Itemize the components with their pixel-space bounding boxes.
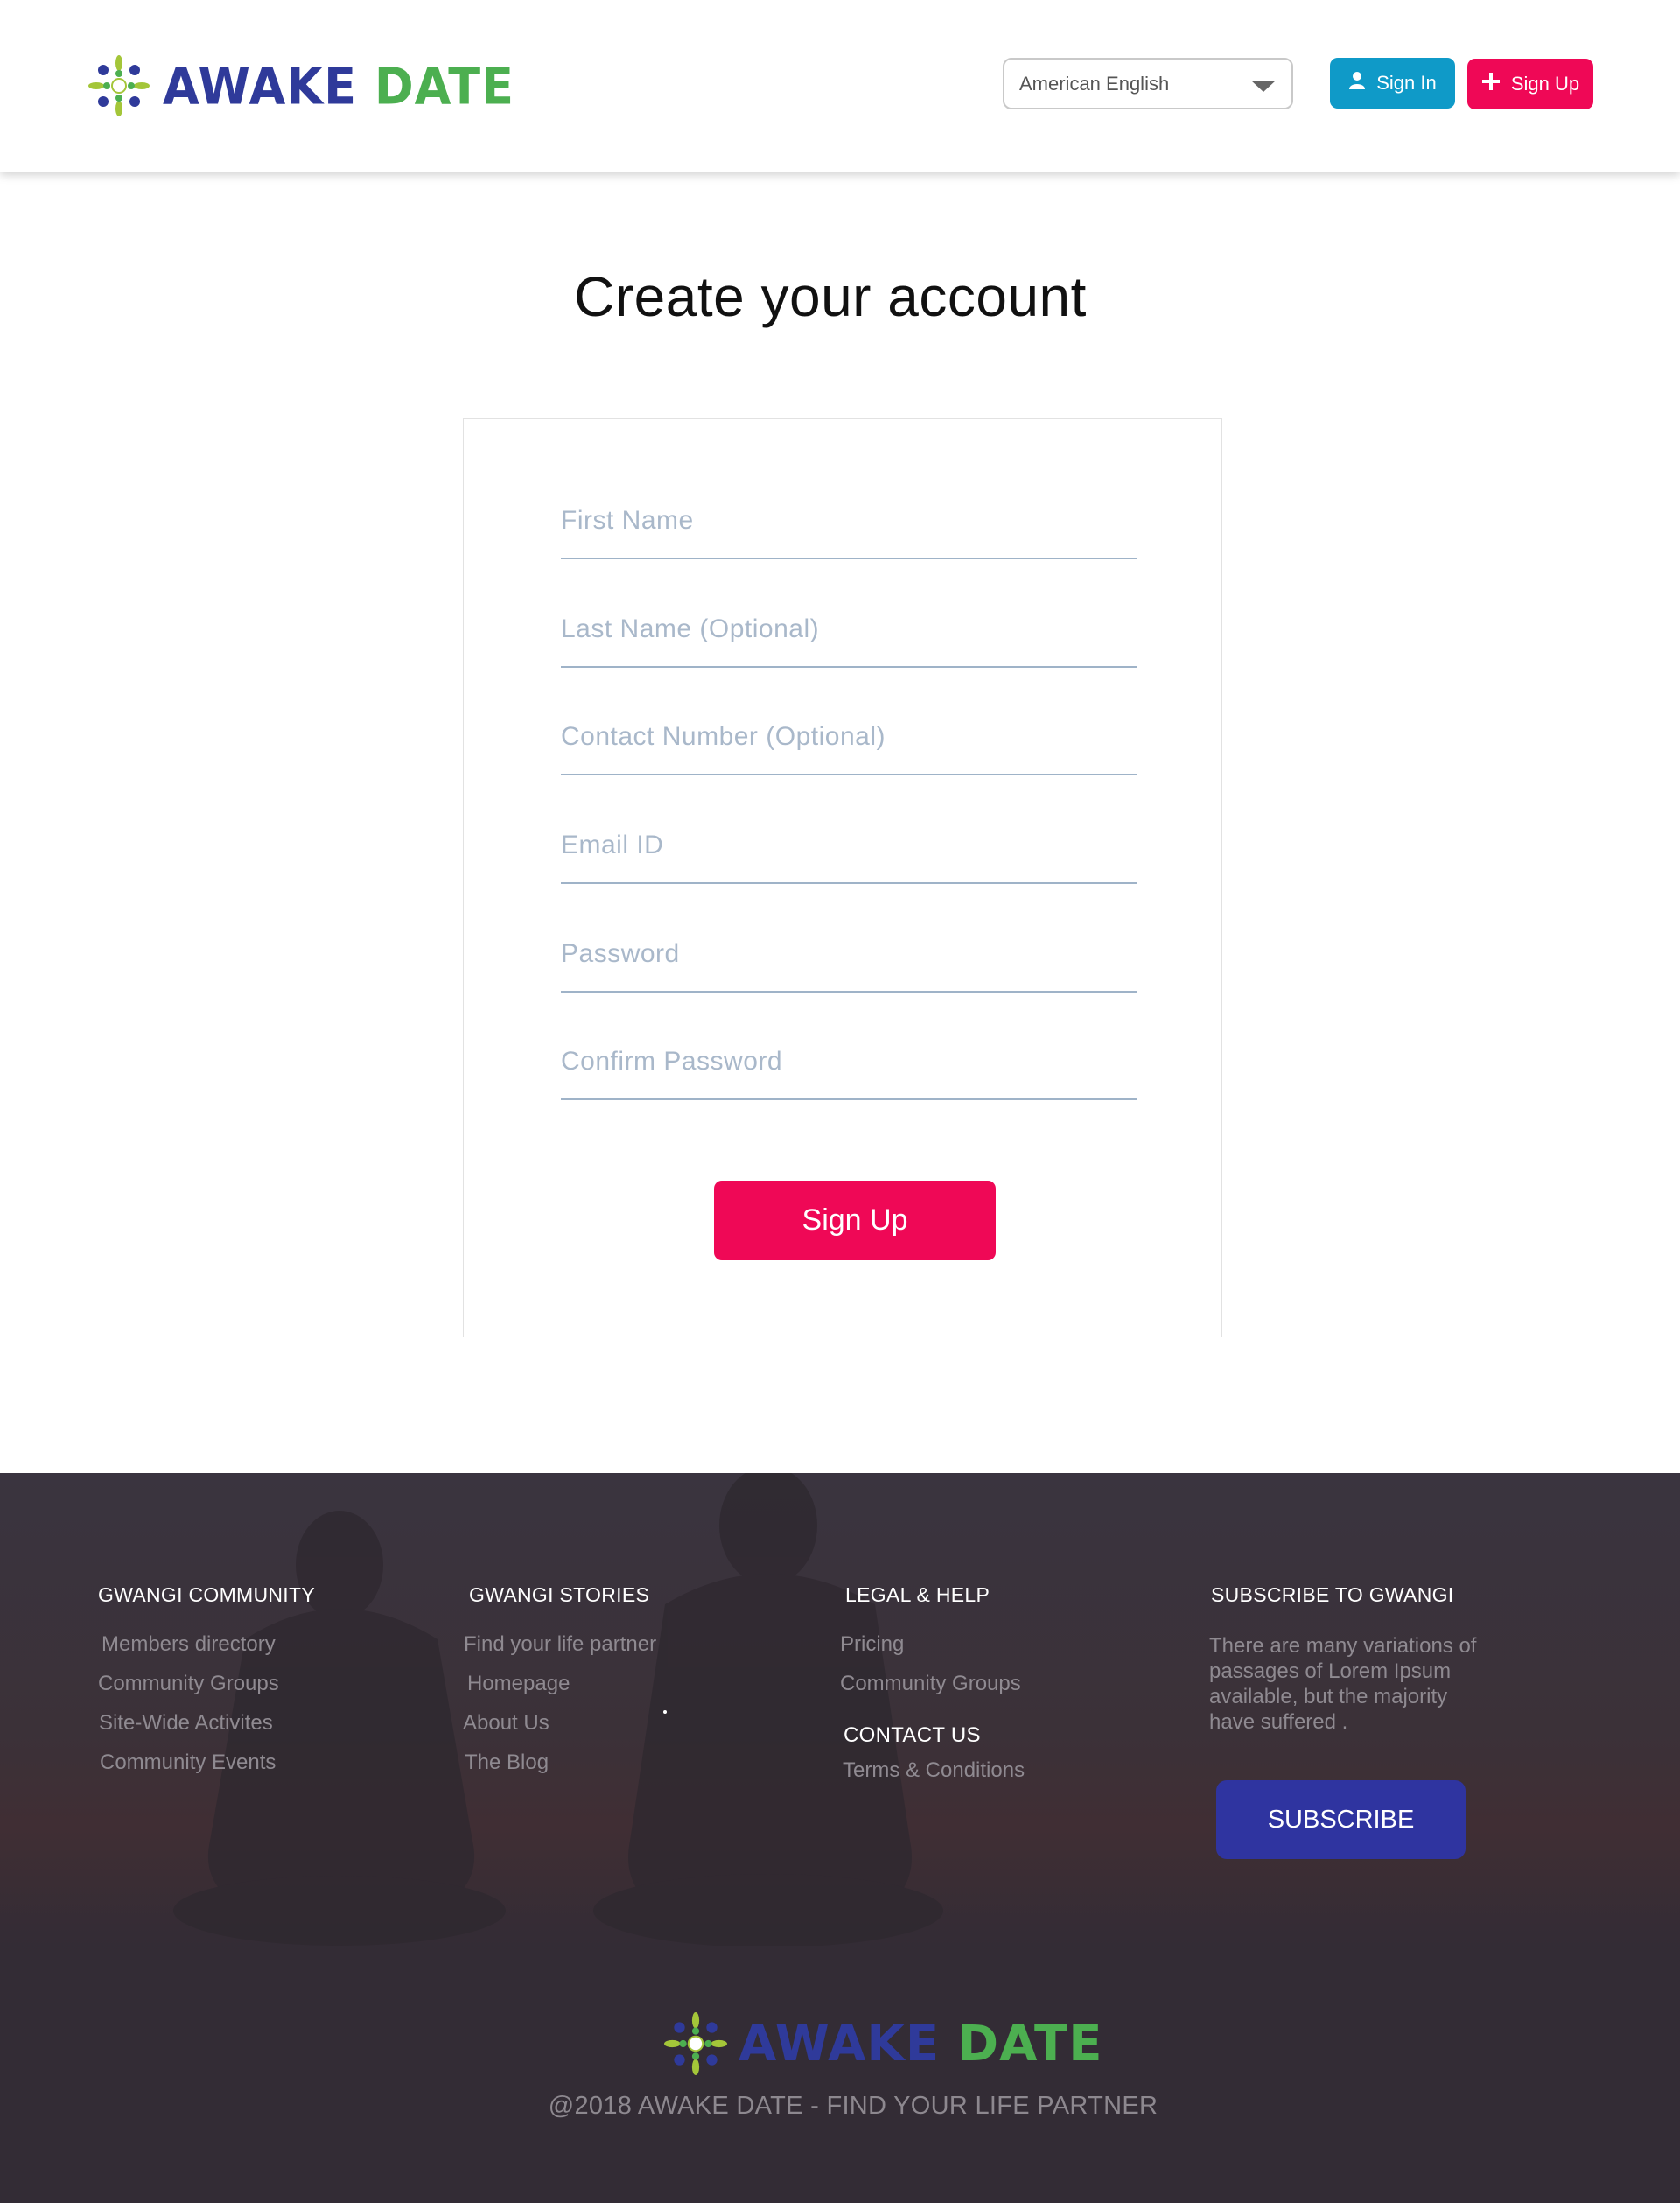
subscribe-description: There are many variations of passages of… [1209,1634,1477,1734]
logo-icon [88,55,150,116]
footer-link-about-us[interactable]: About Us [463,1711,550,1736]
footer-heading-community: GWANGI COMMUNITY [98,1583,315,1606]
copyright-text: @2018 AWAKE DATE - FIND YOUR LIFE PARTNE… [548,2092,1158,2120]
footer-link-pricing[interactable]: Pricing [840,1632,904,1657]
footer-link-find-life-partner[interactable]: Find your life partner [464,1632,656,1657]
footer-link-community-events[interactable]: Community Events [100,1750,276,1775]
last-name-input[interactable] [561,612,1137,647]
site-header: AWAKE DATE American English Sign In Sign… [0,0,1680,172]
contact-number-field [561,705,1137,775]
chevron-down-icon [1251,81,1276,92]
page-title: Create your account [574,265,1087,328]
contact-number-input[interactable] [561,719,1137,754]
first-name-field [561,489,1137,559]
footer-col-community: GWANGI COMMUNITY [98,1583,315,1607]
confirm-password-field [561,1030,1137,1100]
sign-up-header-button[interactable]: Sign Up [1467,59,1593,109]
footer-link-blog[interactable]: The Blog [465,1750,549,1775]
footer-link-site-wide-activities[interactable]: Site-Wide Activites [99,1711,273,1736]
confirm-password-input[interactable] [561,1044,1137,1079]
footer-link-legal-community-groups[interactable]: Community Groups [840,1672,1021,1696]
footer-heading-stories: GWANGI STORIES [469,1583,650,1606]
footer-brand-logo[interactable]: AWAKE DATE [663,2011,1103,2076]
plus-icon [1481,72,1501,96]
footer-link-members-directory[interactable]: Members directory [102,1632,276,1657]
brand-logo[interactable]: AWAKE DATE [88,54,514,117]
password-input[interactable] [561,937,1137,972]
footer-heading-contact: CONTACT US [844,1723,981,1747]
user-icon [1348,71,1366,95]
sign-up-header-label: Sign Up [1510,73,1580,95]
email-input[interactable] [561,828,1137,863]
footer-heading-subscribe: SUBSCRIBE TO GWANGI [1211,1583,1454,1606]
footer-logo-wordmark: AWAKE DATE [738,2015,1103,2073]
footer-link-homepage[interactable]: Homepage [467,1672,570,1696]
footer-col-stories: GWANGI STORIES [469,1583,649,1607]
footer-col-subscribe: SUBSCRIBE TO GWANGI [1211,1583,1454,1607]
first-name-input[interactable] [561,503,1137,538]
password-field [561,923,1137,993]
language-selected-value: American English [1019,72,1170,95]
footer-link-terms-conditions[interactable]: Terms & Conditions [843,1758,1025,1783]
footer-col-legal: LEGAL & HELP [845,1583,990,1607]
sign-up-submit-button[interactable]: Sign Up [714,1181,996,1260]
signup-form: Sign Up [463,418,1222,1337]
logo-icon [664,2012,727,2075]
footer-col-contact: CONTACT US [844,1723,981,1748]
footer-link-community-groups[interactable]: Community Groups [98,1672,279,1696]
sign-in-label: Sign In [1376,72,1437,94]
email-field [561,814,1137,884]
sign-in-button[interactable]: Sign In [1330,58,1455,109]
language-select[interactable]: American English [1003,58,1293,109]
last-name-field [561,598,1137,668]
footer-heading-legal: LEGAL & HELP [845,1583,990,1606]
logo-wordmark: AWAKE DATE [163,55,514,116]
subscribe-button[interactable]: SUBSCRIBE [1216,1780,1466,1859]
